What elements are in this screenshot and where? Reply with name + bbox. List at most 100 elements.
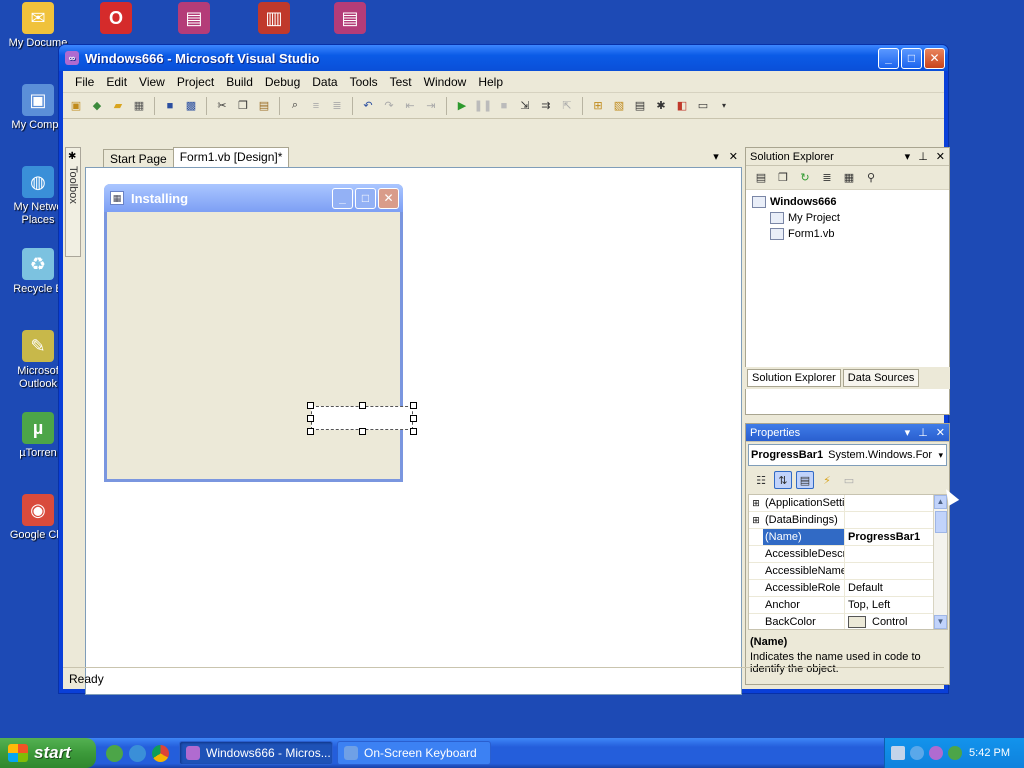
- winrar-icon[interactable]: ▤: [156, 2, 232, 37]
- desktop-icon[interactable]: ✉ My Docume: [0, 2, 76, 50]
- expand-icon[interactable]: [749, 597, 763, 613]
- navigate-forward-icon[interactable]: ⇥: [422, 97, 440, 115]
- winrar-book-icon[interactable]: ▥: [236, 2, 312, 37]
- property-scrollbar[interactable]: ▲ ▼: [933, 495, 947, 629]
- close-button[interactable]: ✕: [924, 47, 945, 69]
- expand-icon[interactable]: [749, 614, 763, 629]
- undo-icon[interactable]: ↶: [359, 97, 377, 115]
- start-button[interactable]: start: [0, 738, 96, 768]
- property-value[interactable]: [845, 495, 947, 511]
- taskbar-button[interactable]: On-Screen Keyboard: [337, 741, 491, 765]
- property-pages-icon[interactable]: ▭: [840, 471, 858, 489]
- categorized-icon[interactable]: ☷: [752, 471, 770, 489]
- minimize-button[interactable]: _: [878, 47, 899, 69]
- toolbox-strip[interactable]: ✱ Toolbox: [65, 147, 81, 257]
- redo-icon[interactable]: ↷: [380, 97, 398, 115]
- object-selector[interactable]: ProgressBar1 System.Windows.For ▾: [748, 444, 947, 466]
- utorrent-icon[interactable]: [106, 744, 123, 762]
- opera-icon[interactable]: O: [78, 2, 154, 37]
- paste-icon[interactable]: ▤: [255, 97, 273, 115]
- menu-item-tools[interactable]: Tools: [344, 75, 384, 89]
- property-row[interactable]: Anchor Top, Left: [749, 597, 947, 614]
- start-debugging-icon[interactable]: ▶: [453, 97, 471, 115]
- properties-icon[interactable]: ▤: [752, 169, 770, 187]
- expand-icon[interactable]: [749, 529, 763, 545]
- view-designer-icon[interactable]: ▦: [840, 169, 858, 187]
- save-all-icon[interactable]: ▩: [182, 97, 200, 115]
- properties-window-icon[interactable]: ▤: [631, 97, 649, 115]
- pin-icon[interactable]: ⊥: [918, 150, 928, 163]
- resize-handle[interactable]: [307, 428, 314, 435]
- add-item-icon[interactable]: ◆: [88, 97, 106, 115]
- dropdown-icon[interactable]: ▾: [905, 150, 911, 163]
- view-code-icon[interactable]: ≣: [818, 169, 836, 187]
- internet-explorer-icon[interactable]: [129, 744, 146, 762]
- tree-item-form1[interactable]: Form1.vb: [752, 226, 943, 242]
- property-value[interactable]: Top, Left: [845, 597, 947, 613]
- expand-icon[interactable]: ⊞: [749, 495, 763, 511]
- tab-form1-design[interactable]: Form1.vb [Design]*: [172, 147, 290, 167]
- keyboard-icon[interactable]: [891, 746, 905, 760]
- form-maximize-button[interactable]: □: [355, 187, 376, 209]
- resize-handle[interactable]: [307, 402, 314, 409]
- pin-icon[interactable]: ⊥: [918, 426, 928, 439]
- property-value[interactable]: Control: [845, 614, 947, 629]
- events-icon[interactable]: ⚡: [818, 471, 836, 489]
- tree-item-my-project[interactable]: My Project: [752, 210, 943, 226]
- progress-bar-control[interactable]: [311, 406, 413, 430]
- step-out-icon[interactable]: ⇱: [558, 97, 576, 115]
- close-icon[interactable]: ✕: [936, 150, 945, 163]
- menu-item-test[interactable]: Test: [384, 75, 418, 89]
- taskbar-button[interactable]: Windows666 - Micros...: [179, 741, 333, 765]
- cut-icon[interactable]: ✂: [213, 97, 231, 115]
- chrome-icon[interactable]: [152, 744, 169, 762]
- tab-data-sources[interactable]: Data Sources: [842, 369, 920, 387]
- property-row[interactable]: (Name) ProgressBar1: [749, 529, 947, 546]
- object-browser-icon[interactable]: ◧: [673, 97, 691, 115]
- scroll-down-icon[interactable]: ▼: [934, 615, 947, 629]
- stop-icon[interactable]: ■: [495, 97, 513, 115]
- pause-icon[interactable]: ❚❚: [474, 97, 492, 115]
- menu-item-file[interactable]: File: [69, 75, 100, 89]
- resize-handle[interactable]: [410, 415, 417, 422]
- comment-icon[interactable]: ≡: [307, 97, 325, 115]
- menu-item-window[interactable]: Window: [418, 75, 473, 89]
- menu-item-edit[interactable]: Edit: [100, 75, 133, 89]
- scroll-thumb[interactable]: [935, 511, 947, 533]
- menu-item-project[interactable]: Project: [171, 75, 220, 89]
- expand-icon[interactable]: ⊞: [749, 512, 763, 528]
- resize-handle[interactable]: [359, 402, 366, 409]
- open-file-icon[interactable]: ▰: [109, 97, 127, 115]
- utorrent-tray-icon[interactable]: [948, 746, 962, 760]
- title-bar[interactable]: ∞ Windows666 - Microsoft Visual Studio _…: [59, 45, 948, 71]
- copy-icon[interactable]: ❐: [234, 97, 252, 115]
- designed-form[interactable]: ▦ Installing _ □ ✕: [104, 184, 417, 482]
- uncomment-icon[interactable]: ≣: [328, 97, 346, 115]
- menu-item-build[interactable]: Build: [220, 75, 259, 89]
- expand-icon[interactable]: [749, 546, 763, 562]
- find-icon[interactable]: ⌕: [286, 97, 304, 115]
- show-all-files-icon[interactable]: ❐: [774, 169, 792, 187]
- alphabetical-icon[interactable]: ⇅: [774, 471, 792, 489]
- form-close-button[interactable]: ✕: [378, 187, 399, 209]
- close-icon[interactable]: ✕: [936, 426, 945, 439]
- property-value[interactable]: ProgressBar1: [845, 529, 947, 545]
- property-row[interactable]: ⊞ (DataBindings): [749, 512, 947, 529]
- resize-handle[interactable]: [359, 428, 366, 435]
- toolbox-icon[interactable]: ✱: [652, 97, 670, 115]
- find-in-files-icon[interactable]: ⊞: [589, 97, 607, 115]
- add-new-item-icon[interactable]: ▦: [130, 97, 148, 115]
- solution-explorer-icon[interactable]: ▧: [610, 97, 628, 115]
- tree-root[interactable]: Windows666: [752, 194, 943, 210]
- maximize-button[interactable]: □: [901, 47, 922, 69]
- dropdown-icon[interactable]: ▾: [905, 426, 911, 439]
- menu-item-view[interactable]: View: [133, 75, 171, 89]
- expand-icon[interactable]: [749, 563, 763, 579]
- form-minimize-button[interactable]: _: [332, 187, 353, 209]
- visual-studio-tray-icon[interactable]: [929, 746, 943, 760]
- property-row[interactable]: ⊞ (ApplicationSetti: [749, 495, 947, 512]
- designer-surface[interactable]: ▦ Installing _ □ ✕: [85, 167, 742, 695]
- tab-close-icon[interactable]: ✕: [729, 150, 738, 163]
- property-value[interactable]: [845, 512, 947, 528]
- step-into-icon[interactable]: ⇲: [516, 97, 534, 115]
